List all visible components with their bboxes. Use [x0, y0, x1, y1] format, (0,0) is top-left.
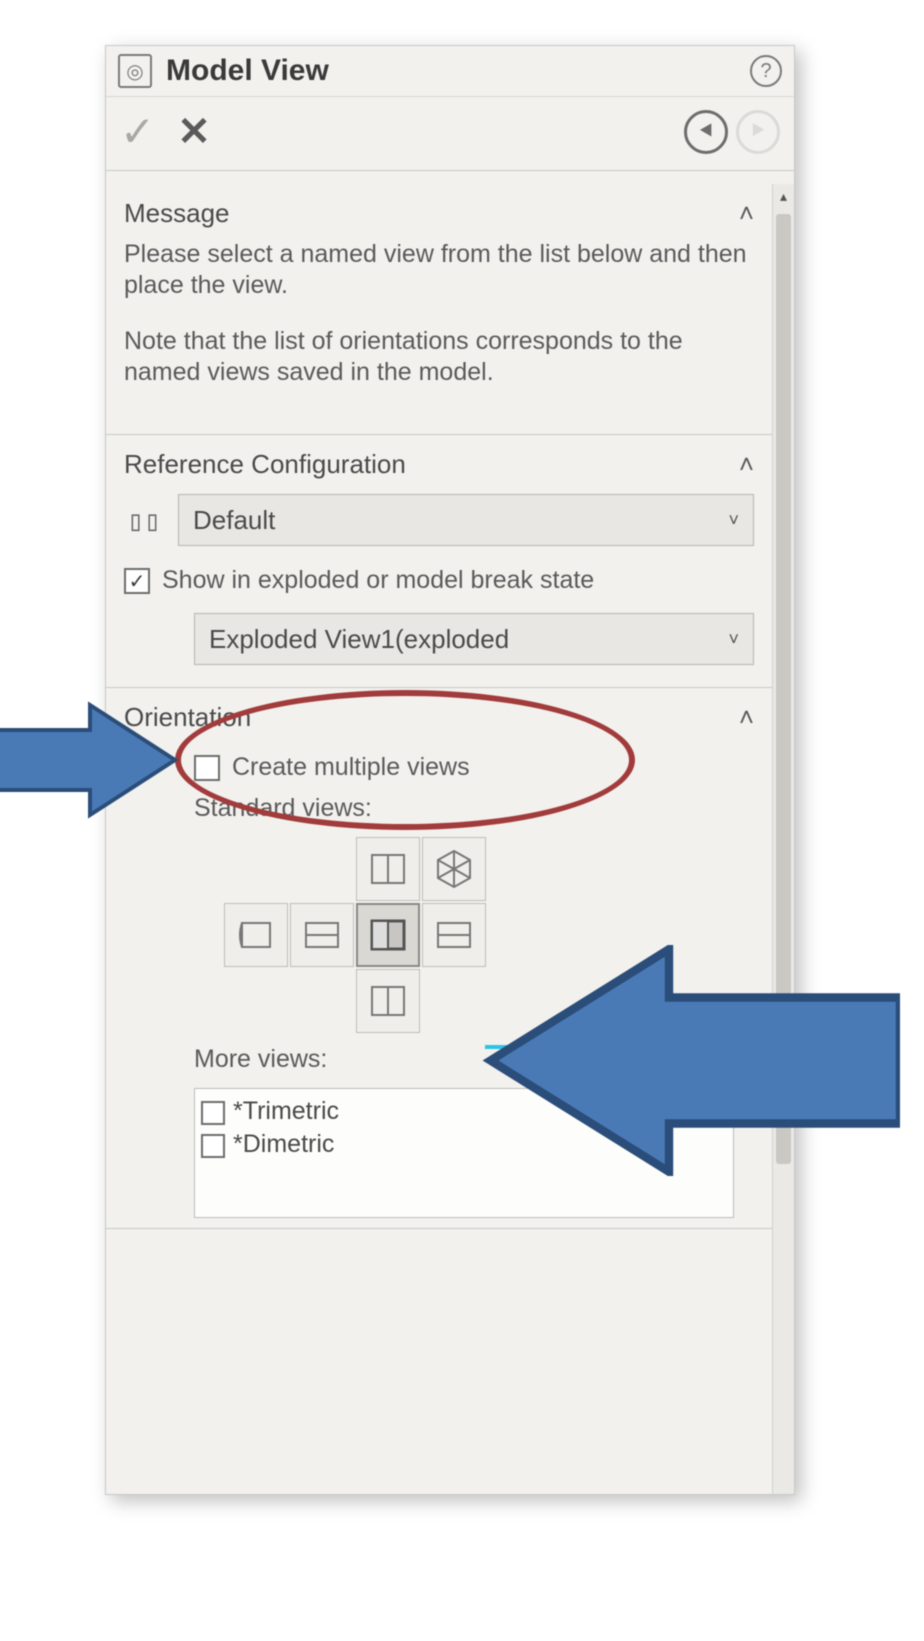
message-paragraph-1: Please select a named view from the list…: [124, 239, 754, 302]
standard-views-grid: [224, 837, 754, 1033]
help-icon[interactable]: ?: [750, 55, 782, 87]
cancel-x-icon[interactable]: ✕: [177, 109, 211, 155]
more-view-checkbox[interactable]: [201, 1134, 225, 1158]
model-view-panel: ◎ Model View ? ✓ ✕ ⯇ ⯈ ▴ Message ˄ Pleas…: [105, 45, 795, 1495]
standard-views-label: Standard views:: [194, 794, 754, 823]
ok-checkmark-icon[interactable]: ✓: [120, 107, 155, 156]
isometric-view-button[interactable]: [422, 837, 486, 901]
annotation-cyan-line: [485, 1045, 865, 1049]
nav-back-button[interactable]: ⯇: [684, 110, 728, 154]
create-multiple-views-row[interactable]: Create multiple views: [194, 753, 754, 782]
model-view-icon: ◎: [118, 54, 152, 88]
configuration-selected: Default: [193, 505, 728, 536]
refconfig-header-label: Reference Configuration: [124, 449, 739, 480]
chevron-down-icon: ˅: [728, 510, 739, 531]
orientation-header-label: Orientation: [124, 702, 739, 733]
scroll-up-icon[interactable]: ▴: [773, 184, 794, 208]
create-multiple-checkbox[interactable]: [194, 755, 220, 781]
message-body: Please select a named view from the list…: [124, 239, 754, 388]
collapse-icon[interactable]: ˄: [739, 198, 754, 229]
left-view-button[interactable]: [290, 903, 354, 967]
orientation-section: Orientation ˄ Create multiple views Stan…: [106, 688, 772, 1229]
panel-title: Model View: [166, 54, 750, 88]
exploded-view-dropdown[interactable]: Exploded View1(exploded ˅: [194, 613, 754, 665]
show-exploded-label: Show in exploded or model break state: [162, 566, 594, 595]
scroll-area: Message ˄ Please select a named view fro…: [106, 184, 772, 1494]
create-multiple-label: Create multiple views: [232, 753, 470, 782]
configuration-dropdown[interactable]: Default ˅: [178, 494, 754, 546]
message-header-label: Message: [124, 198, 739, 229]
more-view-checkbox[interactable]: [201, 1101, 225, 1125]
front-view-button[interactable]: [356, 903, 420, 967]
reference-configuration-section: Reference Configuration ˄ ▯▯ Default ˅ S…: [106, 435, 772, 688]
more-view-item[interactable]: *Trimetric: [201, 1095, 727, 1128]
panel-action-row: ✓ ✕ ⯇ ⯈: [106, 97, 794, 171]
panel-title-row: ◎ Model View ?: [106, 46, 794, 97]
collapse-icon[interactable]: ˄: [739, 702, 754, 733]
nav-forward-button: ⯈: [736, 110, 780, 154]
message-section: Message ˄ Please select a named view fro…: [106, 184, 772, 435]
scroll-thumb[interactable]: [776, 214, 791, 1164]
orientation-header-row[interactable]: Orientation ˄: [124, 702, 754, 733]
scrollbar[interactable]: ▴: [772, 184, 794, 1494]
more-view-label: *Trimetric: [233, 1097, 339, 1126]
exploded-view-selected: Exploded View1(exploded: [209, 624, 728, 655]
chevron-down-icon: ˅: [728, 629, 739, 650]
more-views-list[interactable]: *Trimetric *Dimetric: [194, 1088, 734, 1218]
show-exploded-checkbox[interactable]: [124, 568, 150, 594]
right-view-button[interactable]: [422, 903, 486, 967]
bottom-view-button[interactable]: [356, 969, 420, 1033]
message-paragraph-2: Note that the list of orientations corre…: [124, 326, 754, 389]
refconfig-header-row[interactable]: Reference Configuration ˄: [124, 449, 754, 480]
configuration-dropdown-row: ▯▯ Default ˅: [124, 494, 754, 546]
top-view-button[interactable]: [356, 837, 420, 901]
more-view-item[interactable]: *Dimetric: [201, 1128, 727, 1161]
more-view-label: *Dimetric: [233, 1130, 334, 1159]
more-views-label: More views:: [194, 1045, 754, 1074]
back-view-button[interactable]: [224, 903, 288, 967]
configuration-icon: ▯▯: [124, 504, 164, 537]
collapse-icon[interactable]: ˄: [739, 449, 754, 480]
show-exploded-checkbox-row[interactable]: Show in exploded or model break state: [124, 566, 754, 595]
message-header-row[interactable]: Message ˄: [124, 198, 754, 229]
